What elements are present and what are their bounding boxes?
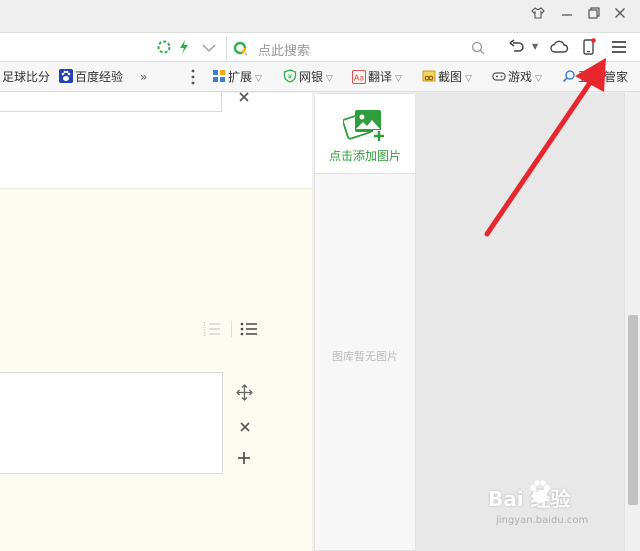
chevron-down-icon: ▽ bbox=[395, 74, 402, 84]
step-panel: 123 bbox=[0, 188, 312, 551]
gallery-empty-text: 图库暂无图片 bbox=[332, 350, 398, 363]
step-text-box[interactable] bbox=[0, 372, 223, 474]
search-box[interactable]: 点此搜索 bbox=[226, 36, 494, 60]
toolbar-butler[interactable]: 管家 bbox=[604, 69, 628, 85]
gamepad-icon bbox=[492, 69, 506, 83]
translate-icon: Aa bbox=[352, 70, 366, 84]
minimize-icon[interactable] bbox=[557, 6, 577, 26]
undo-caret-icon[interactable]: ▼ bbox=[532, 42, 538, 51]
add-icon[interactable] bbox=[237, 451, 251, 468]
chevron-down-icon: ▽ bbox=[255, 74, 262, 84]
toolbar-games[interactable]: 游戏 ▽ bbox=[492, 69, 542, 85]
bookmark-overflow[interactable]: » bbox=[140, 69, 147, 85]
search-icon[interactable] bbox=[471, 41, 485, 58]
restore-icon[interactable] bbox=[584, 6, 604, 26]
scrollbar-thumb[interactable] bbox=[628, 315, 638, 505]
add-image-label: 点击添加图片 bbox=[328, 149, 401, 163]
baidu-paw-icon bbox=[59, 69, 73, 83]
baidu-paw-icon bbox=[528, 479, 552, 508]
toolbar-login[interactable]: 登 bbox=[562, 69, 590, 85]
search-input[interactable]: 点此搜索 bbox=[258, 40, 310, 59]
watermark-url: jingyan.baidu.com bbox=[496, 515, 589, 526]
svg-text:Aa: Aa bbox=[354, 74, 364, 83]
add-image-icon bbox=[342, 108, 387, 145]
chevron-down-icon: ▽ bbox=[326, 74, 333, 84]
title-bar bbox=[0, 0, 640, 32]
editor-area: 123 bbox=[0, 91, 312, 551]
image-gallery: 点击添加图片 图库暂无图片 bbox=[314, 93, 416, 551]
svg-text:3: 3 bbox=[203, 332, 206, 337]
toolbar-banking[interactable]: ¥ 网银 ▽ bbox=[283, 69, 333, 85]
vertical-dots-icon[interactable] bbox=[190, 68, 196, 85]
vertical-scrollbar[interactable] bbox=[624, 93, 640, 551]
lightning-icon[interactable] bbox=[178, 39, 190, 58]
toolbar-extensions[interactable]: 扩展 ▽ bbox=[212, 69, 262, 85]
cloud-icon[interactable] bbox=[549, 39, 569, 58]
move-icon[interactable] bbox=[236, 384, 253, 404]
svg-text:¥: ¥ bbox=[288, 73, 293, 81]
ordered-list-icon[interactable]: 123 bbox=[203, 321, 221, 340]
toolbar-screenshot[interactable]: 截图 ▽ bbox=[422, 69, 472, 85]
chevron-down-icon: ▽ bbox=[465, 74, 472, 84]
close-icon[interactable] bbox=[610, 6, 630, 26]
address-bar: 点此搜索 ▼ bbox=[0, 32, 640, 62]
bookmark-baidu-jingyan[interactable]: 百度经验 bbox=[59, 69, 123, 85]
skin-icon[interactable] bbox=[528, 6, 548, 26]
bookmark-football[interactable]: 足球比分 bbox=[2, 69, 50, 85]
undo-icon[interactable] bbox=[508, 39, 526, 58]
speed-mode-icon[interactable] bbox=[157, 40, 171, 57]
unordered-list-icon[interactable] bbox=[240, 321, 258, 340]
chevron-down-icon[interactable] bbox=[202, 42, 216, 56]
mobile-icon[interactable] bbox=[582, 38, 596, 59]
chevron-down-icon: ▽ bbox=[535, 74, 542, 84]
text-box-top[interactable] bbox=[0, 91, 222, 112]
toolbar-translate[interactable]: Aa 翻译 ▽ bbox=[352, 69, 402, 85]
baidu-watermark: Bai 经验 jingyan.baidu.com bbox=[488, 480, 616, 543]
magnifier-user-icon bbox=[562, 69, 576, 83]
delete-icon[interactable] bbox=[239, 421, 251, 436]
scissors-icon bbox=[422, 69, 436, 83]
delete-icon[interactable] bbox=[238, 91, 250, 106]
shield-yen-icon: ¥ bbox=[283, 69, 297, 83]
toolbar-divider bbox=[231, 321, 232, 337]
add-image-button[interactable]: 点击添加图片 bbox=[315, 94, 415, 174]
extensions-grid-icon bbox=[212, 69, 226, 83]
bookmark-bar: 足球比分 百度经验 » 扩展 ▽ ¥ 网银 ▽ Aa 翻译 ▽ 截图 ▽ 游戏 ▽ bbox=[0, 62, 640, 92]
search-engine-icon[interactable] bbox=[233, 41, 249, 60]
menu-icon[interactable] bbox=[611, 40, 627, 57]
